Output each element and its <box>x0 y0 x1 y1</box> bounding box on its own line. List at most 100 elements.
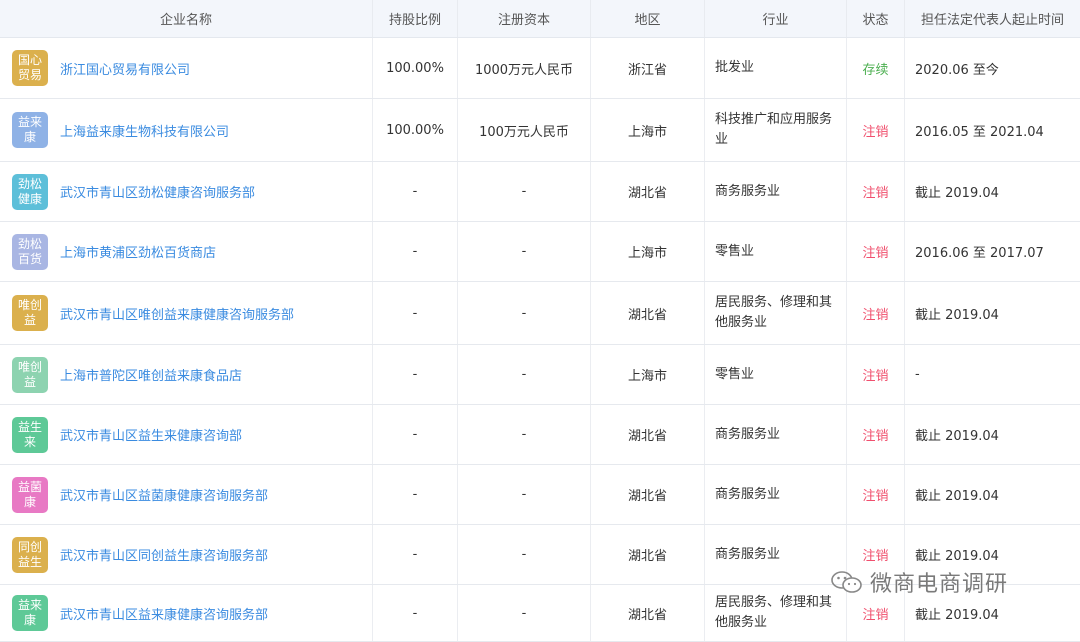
company-logo: 益生来 <box>12 416 48 453</box>
company-logo: 益来康 <box>12 112 48 148</box>
share-cell: - <box>373 282 458 344</box>
table-row[interactable]: 唯创益 武汉市青山区唯创益来康健康咨询服务部 - - 湖北省 居民服务、修理和其他服务业注… <box>0 282 1080 345</box>
period-cell: 2016.05 至 2021.04 <box>915 124 1044 140</box>
company-name-cell: 益来康 上海益来康生物科技有限公司 <box>0 99 373 161</box>
company-name-link[interactable]: 上海市普陀区唯创益来康食品店 <box>60 365 242 384</box>
capital-cell: - <box>458 525 591 584</box>
status-badge: 存续 <box>847 38 905 98</box>
company-name-cell: 益生来 武汉市青山区益生来健康咨询部 <box>0 405 373 464</box>
capital-cell: - <box>458 585 591 641</box>
share-cell: - <box>373 162 458 221</box>
industry-cell: 居民服务、修理和其他服务业 <box>705 585 847 641</box>
col-header-period: 担任法定代表人起止时间 <box>920 13 1064 28</box>
status-badge: 注销 <box>847 345 905 404</box>
company-name-cell: 国心贸易 浙江国心贸易有限公司 <box>0 38 373 98</box>
region-cell: 浙江省 <box>591 38 705 98</box>
region-cell: 上海市 <box>591 345 705 404</box>
industry-cell: 批发业 <box>705 38 847 98</box>
company-logo: 同创益生 <box>12 536 48 573</box>
capital-cell: 1000万元人民币 <box>458 38 591 98</box>
col-header-industry: 行业 <box>705 0 847 37</box>
company-logo: 唯创益 <box>12 295 48 331</box>
industry-cell: 零售业 <box>705 222 847 281</box>
company-name-cell: 唯创益 武汉市青山区唯创益来康健康咨询服务部 <box>0 282 373 344</box>
industry-cell: 商务服务业 <box>705 525 847 584</box>
company-table: 企业名称 持股比例 注册资本 地区 行业 状态 担任法定代表人起止时间 国心贸易… <box>0 0 1080 642</box>
table-header: 企业名称 持股比例 注册资本 地区 行业 状态 担任法定代表人起止时间 <box>0 0 1080 38</box>
status-badge: 注销 <box>847 405 905 464</box>
status-badge: 注销 <box>847 282 905 344</box>
company-name-link[interactable]: 武汉市青山区同创益生康咨询服务部 <box>60 545 268 564</box>
status-badge: 注销 <box>847 465 905 524</box>
industry-cell: 商务服务业 <box>705 465 847 524</box>
company-logo: 劲松百货 <box>12 233 48 270</box>
company-name-cell: 劲松健康 武汉市青山区劲松健康咨询服务部 <box>0 162 373 221</box>
share-cell: - <box>373 585 458 641</box>
company-logo: 劲松健康 <box>12 173 48 210</box>
company-name-link[interactable]: 武汉市青山区益来康健康咨询服务部 <box>60 604 268 623</box>
share-cell: - <box>373 405 458 464</box>
table-body: 国心贸易 浙江国心贸易有限公司 100.00% 1000万元人民币 浙江省 批发业 存续 20… <box>0 38 1080 642</box>
period-cell: 截止 2019.04 <box>915 307 999 323</box>
company-name-link[interactable]: 浙江国心贸易有限公司 <box>60 59 190 78</box>
company-name-cell: 益来康 武汉市青山区益来康健康咨询服务部 <box>0 585 373 641</box>
capital-cell: - <box>458 465 591 524</box>
capital-cell: 100万元人民币 <box>458 99 591 161</box>
table-row[interactable]: 益菌康 武汉市青山区益菌康健康咨询服务部 - - 湖北省 商务服务业 注销 截止 2019.0… <box>0 465 1080 525</box>
industry-cell: 商务服务业 <box>705 405 847 464</box>
company-logo: 国心贸易 <box>12 50 48 86</box>
region-cell: 上海市 <box>591 222 705 281</box>
region-cell: 湖北省 <box>591 525 705 584</box>
region-cell: 湖北省 <box>591 405 705 464</box>
period-cell: 截止 2019.04 <box>915 489 999 504</box>
status-badge: 注销 <box>847 222 905 281</box>
share-cell: 100.00% <box>373 38 458 98</box>
company-name-link[interactable]: 上海益来康生物科技有限公司 <box>60 121 229 140</box>
industry-cell: 零售业 <box>705 345 847 404</box>
company-name-cell: 同创益生 武汉市青山区同创益生康咨询服务部 <box>0 525 373 584</box>
company-logo: 益来康 <box>12 595 48 631</box>
capital-cell: - <box>458 222 591 281</box>
wechat-icon <box>831 571 862 593</box>
company-logo: 唯创益 <box>12 356 48 393</box>
region-cell: 上海市 <box>591 99 705 161</box>
table-row[interactable]: 益生来 武汉市青山区益生来健康咨询部 - - 湖北省 商务服务业 注销 截止 2019.04 <box>0 405 1080 465</box>
company-name-link[interactable]: 武汉市青山区劲松健康咨询服务部 <box>60 182 255 201</box>
company-name-cell: 唯创益 上海市普陀区唯创益来康食品店 <box>0 345 373 404</box>
industry-cell: 科技推广和应用服务业 <box>705 99 847 161</box>
share-cell: - <box>373 222 458 281</box>
capital-cell: - <box>458 345 591 404</box>
table-row[interactable]: 唯创益 上海市普陀区唯创益来康食品店 - - 上海市 零售业 注销 - <box>0 345 1080 405</box>
company-name-link[interactable]: 武汉市青山区益菌康健康咨询服务部 <box>60 485 268 504</box>
industry-cell: 居民服务、修理和其他服务业 <box>705 282 847 344</box>
capital-cell: - <box>458 282 591 344</box>
region-cell: 湖北省 <box>591 465 705 524</box>
period-cell: 截止 2019.04 <box>915 429 999 444</box>
col-header-status: 状态 <box>847 0 905 37</box>
region-cell: 湖北省 <box>591 282 705 344</box>
company-logo: 益菌康 <box>12 476 48 513</box>
capital-cell: - <box>458 405 591 464</box>
period-cell: 截止 2019.04 <box>915 186 999 201</box>
table-row[interactable]: 劲松健康 武汉市青山区劲松健康咨询服务部 - - 湖北省 商务服务业 注销 截止 2019.0… <box>0 162 1080 222</box>
period-cell: - <box>915 367 920 382</box>
share-cell: - <box>373 345 458 404</box>
capital-cell: - <box>458 162 591 221</box>
col-header-name: 企业名称 <box>0 0 373 37</box>
status-badge: 注销 <box>847 99 905 161</box>
company-name-link[interactable]: 武汉市青山区益生来健康咨询部 <box>60 425 242 444</box>
company-name-link[interactable]: 上海市黄浦区劲松百货商店 <box>60 242 216 261</box>
company-name-cell: 益菌康 武汉市青山区益菌康健康咨询服务部 <box>0 465 373 524</box>
table-row[interactable]: 益来康 上海益来康生物科技有限公司 100.00% 100万元人民币 上海市 科技推广和应… <box>0 99 1080 162</box>
region-cell: 湖北省 <box>591 585 705 641</box>
watermark-text: 微商电商调研 <box>870 572 1009 597</box>
company-name-cell: 劲松百货 上海市黄浦区劲松百货商店 <box>0 222 373 281</box>
col-header-capital: 注册资本 <box>458 0 591 37</box>
share-cell: - <box>373 465 458 524</box>
table-row[interactable]: 劲松百货 上海市黄浦区劲松百货商店 - - 上海市 零售业 注销 2016.06 至 2017… <box>0 222 1080 282</box>
company-name-link[interactable]: 武汉市青山区唯创益来康健康咨询服务部 <box>60 304 294 323</box>
col-header-region: 地区 <box>591 0 705 37</box>
table-row[interactable]: 国心贸易 浙江国心贸易有限公司 100.00% 1000万元人民币 浙江省 批发业 存续 20… <box>0 38 1080 99</box>
period-cell: 2016.06 至 2017.07 <box>915 246 1044 261</box>
region-cell: 湖北省 <box>591 162 705 221</box>
